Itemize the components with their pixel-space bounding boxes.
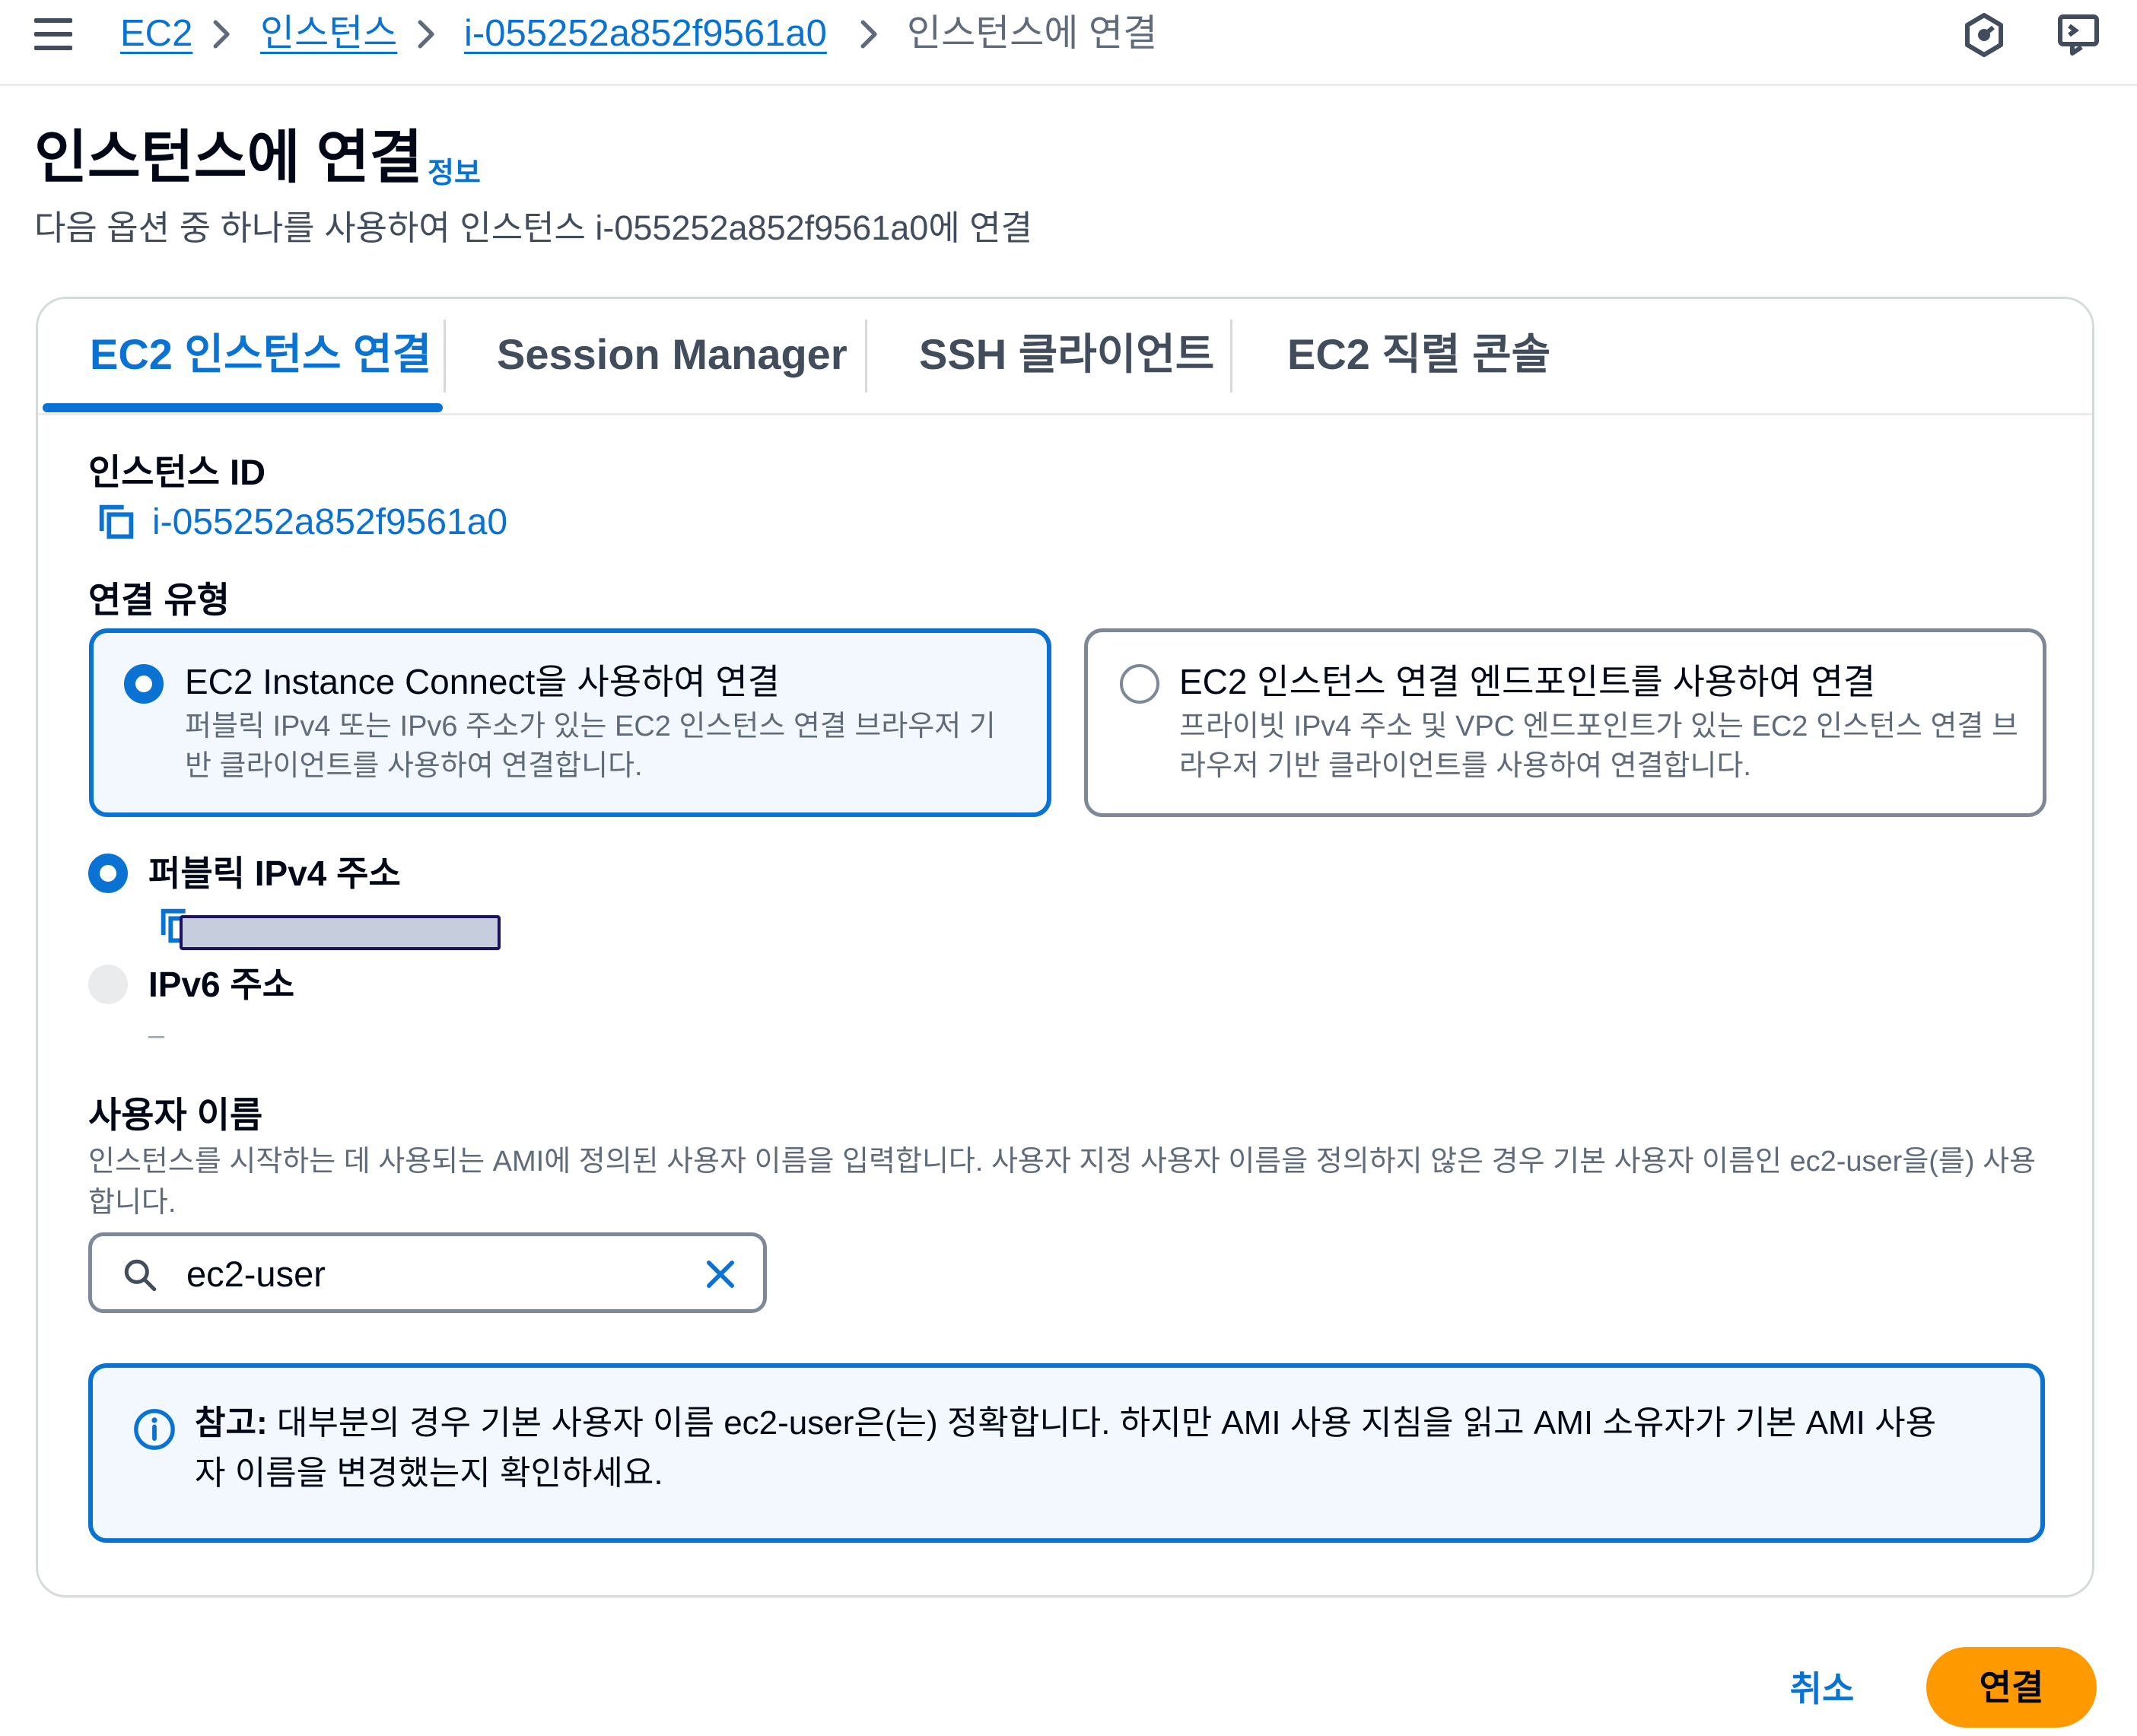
tab-separator (444, 320, 446, 393)
info-alert: 참고: 대부분의 경우 기본 사용자 이름 ec2-user은(는) 정확합니다… (88, 1363, 2045, 1543)
option-description-line1: 프라이빗 IPv4 주소 및 VPC 엔드포인트가 있는 EC2 인스턴스 연결… (1179, 711, 2018, 742)
copy-icon[interactable] (94, 500, 138, 544)
breadcrumb-instance-id[interactable]: i-055252a852f9561a0 (464, 9, 827, 58)
alert-message: 참고: 대부분의 경우 기본 사용자 이름 ec2-user은(는) 정확합니다… (195, 1398, 2005, 1499)
radio-ipv6-disabled (88, 965, 128, 1004)
radio-unselected[interactable] (1120, 664, 1159, 704)
alert-line1: 대부분의 경우 기본 사용자 이름 ec2-user은(는) 정확합니다. 하지… (267, 1404, 1937, 1442)
breadcrumb-ec2[interactable]: EC2 (120, 9, 192, 58)
breadcrumb-current: 인스턴스에 연결 (907, 13, 1158, 54)
option-title: EC2 Instance Connect을 사용하여 연결 (185, 662, 781, 701)
instance-id-label: 인스턴스 ID (88, 452, 266, 492)
tab-ssh-client[interactable]: SSH 클라이언트 (919, 323, 1214, 386)
username-value[interactable]: ec2-user (186, 1251, 326, 1297)
connection-option-instance-connect[interactable]: EC2 Instance Connect을 사용하여 연결 퍼블릭 IPv4 또… (89, 628, 1051, 817)
chevron-right-icon (860, 20, 877, 49)
alert-line2: 자 이름을 변경했는지 확인하세요. (195, 1455, 663, 1492)
chevron-right-icon (418, 20, 434, 49)
radio-selected[interactable] (124, 664, 164, 704)
chevron-right-icon (213, 20, 230, 49)
tab-ec2-instance-connect[interactable]: EC2 인스턴스 연결 (90, 323, 431, 386)
search-icon (124, 1259, 157, 1292)
info-link[interactable]: 정보 (428, 149, 481, 191)
notifications-hexagon-icon[interactable] (1960, 11, 2008, 59)
menu-icon[interactable] (34, 18, 72, 50)
cancel-button[interactable]: 취소 (1765, 1658, 1879, 1719)
tabs-divider (38, 413, 2092, 415)
ipv6-value: – (148, 1019, 165, 1051)
ipv6-label: IPv6 주소 (148, 965, 295, 1004)
redacted-ip-value (180, 915, 501, 950)
tab-separator (1230, 320, 1232, 393)
option-title: EC2 인스턴스 연결 엔드포인트를 사용하여 연결 (1179, 662, 1876, 701)
instance-id-link[interactable]: i-055252a852f9561a0 (152, 498, 507, 547)
option-description-line2: 반 클라이언트를 사용하여 연결합니다. (185, 750, 643, 782)
tab-ec2-serial-console[interactable]: EC2 직렬 콘솔 (1287, 323, 1550, 386)
username-description: 인스턴스를 시작하는 데 사용되는 AMI에 정의된 사용자 이름을 입력합니다… (88, 1146, 2037, 1219)
option-description-line1: 퍼블릭 IPv4 또는 IPv6 주소가 있는 EC2 인스턴스 연결 브라우저… (185, 711, 996, 742)
cloudshell-feedback-icon[interactable] (2054, 11, 2103, 59)
option-description-line2: 라우저 기반 클라이언트를 사용하여 연결합니다. (1179, 750, 1751, 782)
info-icon (134, 1409, 175, 1450)
tab-separator (865, 320, 867, 393)
active-tab-indicator (43, 403, 443, 412)
username-input[interactable]: ec2-user (88, 1232, 767, 1313)
connection-option-endpoint[interactable]: EC2 인스턴스 연결 엔드포인트를 사용하여 연결 프라이빗 IPv4 주소 … (1084, 628, 2046, 817)
page-title: 인스턴스에 연결 (34, 126, 423, 190)
public-ipv4-label: 퍼블릭 IPv4 주소 (148, 854, 401, 893)
connect-button[interactable]: 연결 (1926, 1647, 2097, 1728)
clear-icon[interactable] (701, 1254, 740, 1294)
username-label: 사용자 이름 (88, 1095, 263, 1135)
breadcrumb-instances[interactable]: 인스턴스 (260, 9, 397, 58)
radio-ipv4-selected[interactable] (88, 854, 128, 893)
alert-prefix: 참고: (195, 1404, 268, 1442)
connection-type-label: 연결 유형 (88, 580, 231, 620)
tab-session-manager[interactable]: Session Manager (497, 323, 847, 386)
page-description: 다음 옵션 중 하나를 사용하여 인스턴스 i-055252a852f9561a… (34, 208, 1033, 247)
